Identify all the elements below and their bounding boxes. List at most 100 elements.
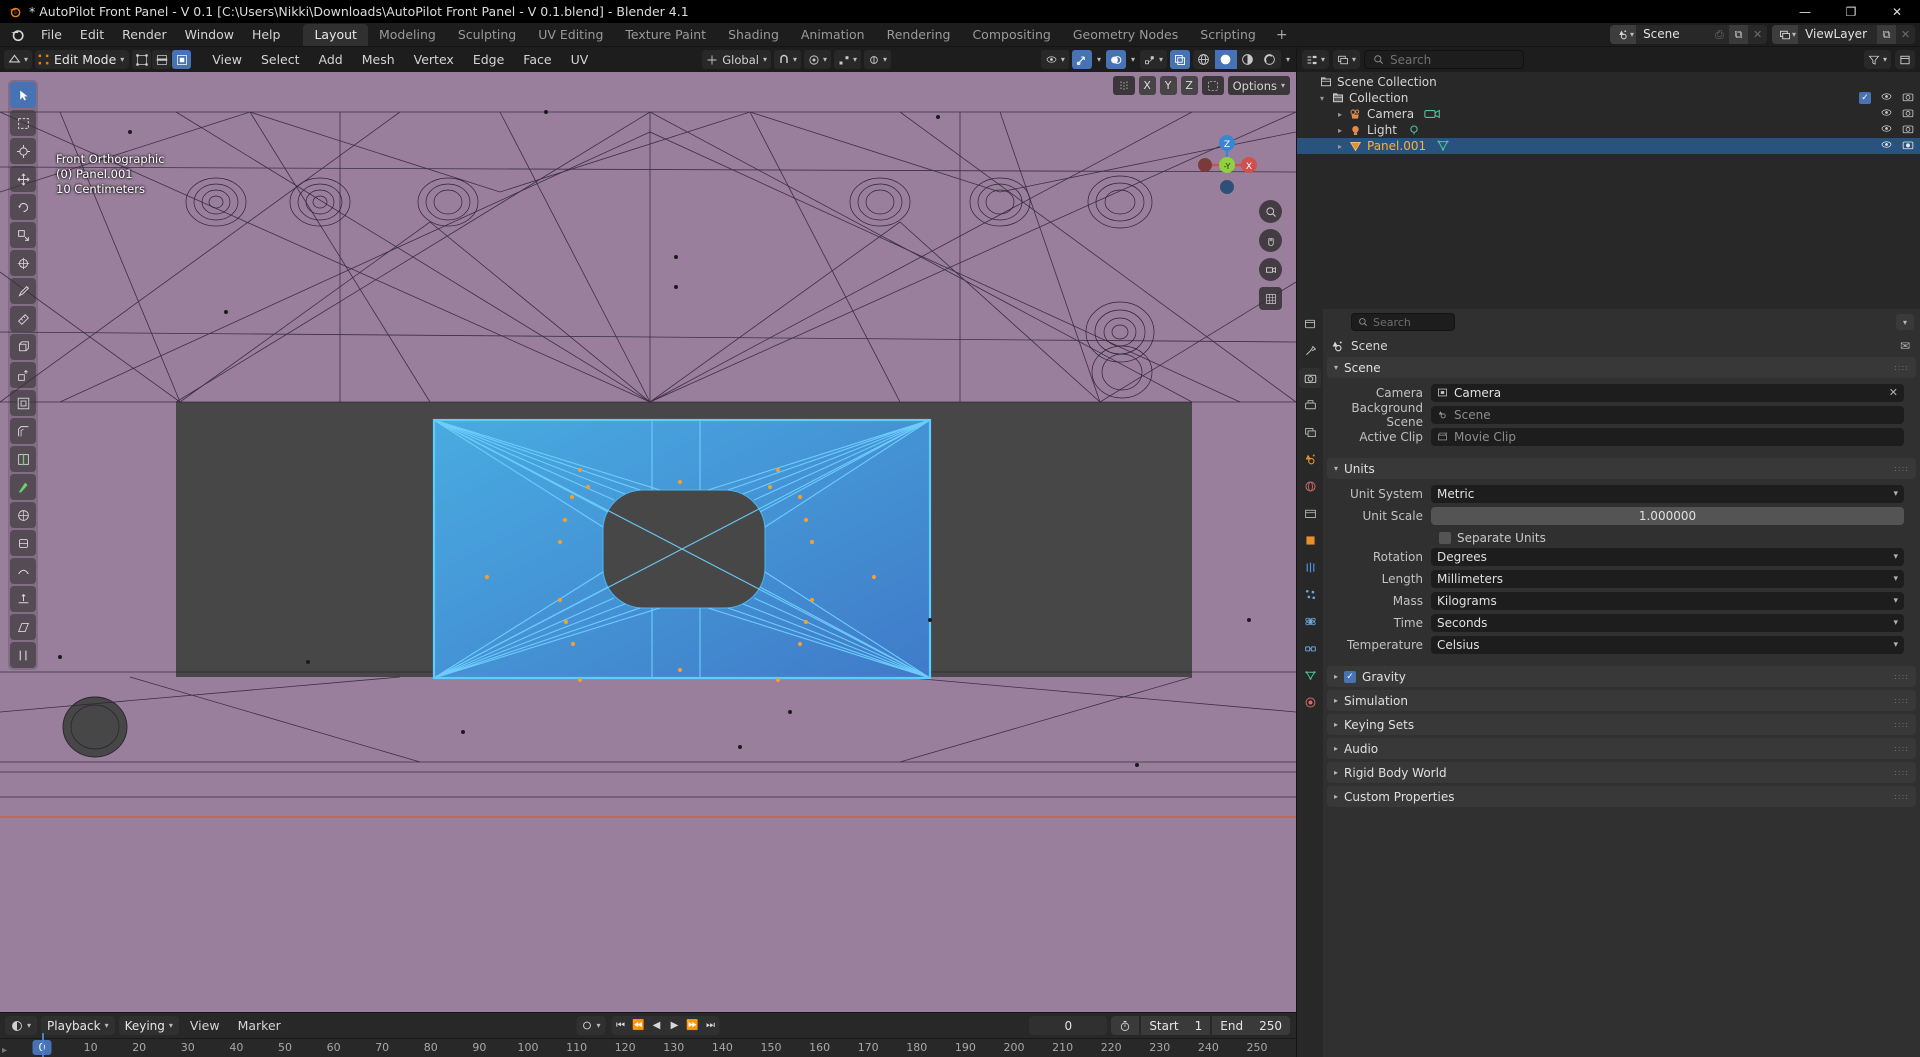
mass-dropdown[interactable]: Kilograms [1431, 591, 1904, 610]
light-data-icon[interactable] [1407, 123, 1421, 137]
wireframe-shading-icon[interactable] [1192, 50, 1215, 69]
outliner-display-mode[interactable]: ▾ [1333, 50, 1361, 69]
current-frame-field[interactable]: 0 [1029, 1016, 1108, 1035]
transform-tool-icon[interactable] [10, 250, 36, 276]
tab-scripting[interactable]: Scripting [1189, 24, 1267, 46]
panel-keying-sets[interactable]: ▸ Keying Sets :::: [1327, 714, 1916, 735]
hide-in-viewport-icon[interactable] [1880, 107, 1893, 121]
rotate-tool-icon[interactable] [10, 194, 36, 220]
annotate-tool-icon[interactable] [10, 278, 36, 304]
material-preview-shading-icon[interactable] [1236, 50, 1259, 69]
camera-view-icon[interactable] [1259, 258, 1282, 281]
scene-icon[interactable]: ▾ [1610, 25, 1637, 44]
tab-particles[interactable] [1299, 584, 1321, 604]
hide-in-viewport-icon[interactable] [1880, 139, 1893, 153]
play-reverse-button[interactable]: ◀ [648, 1016, 666, 1035]
timeline-editor-type[interactable]: ▾ [5, 1016, 38, 1035]
solid-shading-icon[interactable] [1214, 50, 1237, 69]
tab-animation[interactable]: Animation [790, 24, 876, 46]
symmetry-z-button[interactable]: Z [1180, 76, 1198, 95]
outliner-row-panel-001[interactable]: ▸ Panel.001 [1297, 138, 1920, 154]
hide-in-viewport-icon[interactable] [1880, 123, 1893, 137]
keying-menu[interactable]: Keying ▾ [118, 1016, 179, 1035]
play-button[interactable]: ▶ [666, 1016, 684, 1035]
bevel-tool-icon[interactable] [10, 418, 36, 444]
outliner-row-collection[interactable]: ▾ Collection ✓ [1297, 90, 1920, 106]
viewport-menu-uv[interactable]: UV [563, 50, 597, 69]
new-collection-button[interactable] [1895, 50, 1915, 69]
tab-texture-paint[interactable]: Texture Paint [614, 24, 717, 46]
timeline-ruler[interactable]: ▸ 01020304050607080901001101201301401501… [0, 1038, 1296, 1057]
shading-dropdown[interactable]: ▾ [1284, 50, 1292, 69]
tab-geometry-nodes[interactable]: Geometry Nodes [1062, 24, 1189, 46]
tab-render[interactable] [1299, 368, 1321, 388]
panel-scene-header[interactable]: ▾ Scene :::: [1327, 357, 1916, 378]
spin-tool-icon[interactable] [10, 530, 36, 556]
viewport-options-dropdown[interactable]: Options ▾ [1227, 76, 1290, 95]
inset-faces-tool-icon[interactable] [10, 390, 36, 416]
new-viewlayer-button[interactable]: ⧉ [1877, 25, 1896, 44]
timeline-menu-view[interactable]: View [183, 1016, 227, 1035]
hide-in-viewport-icon[interactable] [1880, 91, 1893, 105]
unit-system-dropdown[interactable]: Metric [1431, 484, 1904, 503]
smooth-tool-icon[interactable] [10, 558, 36, 584]
outliner-editor-type[interactable]: ▾ [1302, 50, 1330, 69]
xray-toggle-icon[interactable]: ▾ [864, 50, 892, 69]
tab-physics[interactable] [1299, 611, 1321, 631]
disable-in-renders-icon[interactable] [1902, 107, 1914, 122]
xray-mode-toggle[interactable]: ▾ [1139, 50, 1167, 69]
disable-in-renders-icon[interactable] [1902, 91, 1914, 106]
viewlayer-datablock[interactable]: ▾ ViewLayer ⧉ ✕ [1772, 25, 1915, 44]
panel-rigid-body-world[interactable]: ▸ Rigid Body World :::: [1327, 762, 1916, 783]
tab-object[interactable] [1299, 530, 1321, 550]
channel-expand-icon[interactable]: ▸ [2, 1045, 7, 1056]
measure-tool-icon[interactable] [10, 306, 36, 332]
tab-modifiers[interactable] [1299, 557, 1321, 577]
face-select-icon[interactable] [172, 50, 192, 69]
start-frame-field[interactable]: Start 1 [1141, 1016, 1211, 1035]
new-scene-button[interactable]: ⧉ [1729, 25, 1749, 44]
3d-viewport[interactable]: Front Orthographic (0) Panel.001 10 Cent… [0, 72, 1296, 1012]
viewport-menu-face[interactable]: Face [515, 50, 559, 69]
chevron-right-icon[interactable]: ▸ [1333, 110, 1347, 119]
loop-cut-tool-icon[interactable] [10, 446, 36, 472]
rendered-shading-icon[interactable] [1258, 50, 1281, 69]
panel-audio[interactable]: ▸ Audio :::: [1327, 738, 1916, 759]
viewport-menu-vertex[interactable]: Vertex [406, 50, 462, 69]
tweak-tool-icon[interactable] [10, 82, 36, 108]
tab-compositing[interactable]: Compositing [961, 24, 1061, 46]
editor-type-selector[interactable]: ▾ [4, 50, 33, 69]
tab-modeling[interactable]: Modeling [368, 24, 447, 46]
outliner-search-input[interactable]: Search [1364, 50, 1525, 69]
previous-keyframe-button[interactable]: ⏪ [630, 1016, 648, 1035]
poly-build-tool-icon[interactable] [10, 502, 36, 528]
navigation-gizmo[interactable]: Z X -Y [1196, 134, 1258, 196]
chevron-right-icon[interactable]: ▸ [1333, 142, 1347, 151]
jump-to-start-button[interactable]: ⏮ [612, 1016, 630, 1035]
select-box-tool-icon[interactable] [10, 110, 36, 136]
tab-view-layer[interactable] [1299, 422, 1321, 442]
shrink-fatten-tool-icon[interactable] [10, 586, 36, 612]
overlays-toggle[interactable] [1105, 50, 1126, 69]
add-cube-tool-icon[interactable] [10, 334, 36, 360]
panel-units-header[interactable]: ▾ Units :::: [1327, 458, 1916, 479]
chevron-down-icon[interactable]: ▾ [1315, 94, 1329, 103]
tab-shading[interactable]: Shading [717, 24, 790, 46]
tab-scene[interactable] [1299, 449, 1321, 469]
background-scene-field[interactable]: Scene [1431, 405, 1904, 424]
add-workspace-button[interactable]: + [1267, 25, 1297, 45]
outliner-row-scene-collection[interactable]: Scene Collection [1297, 74, 1920, 90]
tab-output[interactable] [1299, 395, 1321, 415]
outliner-filter-button[interactable]: ▾ [1863, 50, 1891, 69]
clear-camera-button[interactable]: ✕ [1889, 386, 1898, 399]
use-preview-range-icon[interactable] [1111, 1016, 1140, 1035]
tab-constraints[interactable] [1299, 638, 1321, 658]
active-clip-field[interactable]: Movie Clip [1431, 427, 1904, 446]
vertex-select-icon[interactable] [132, 50, 152, 69]
tab-uv-editing[interactable]: UV Editing [527, 24, 614, 46]
tab-layout[interactable]: Layout [303, 23, 368, 46]
panel-simulation[interactable]: ▸ Simulation :::: [1327, 690, 1916, 711]
mirror-options-icon[interactable]: ▾ [834, 50, 862, 69]
panel-gravity[interactable]: ▸ ✓ Gravity :::: [1327, 666, 1916, 687]
time-dropdown[interactable]: Seconds [1431, 613, 1904, 632]
